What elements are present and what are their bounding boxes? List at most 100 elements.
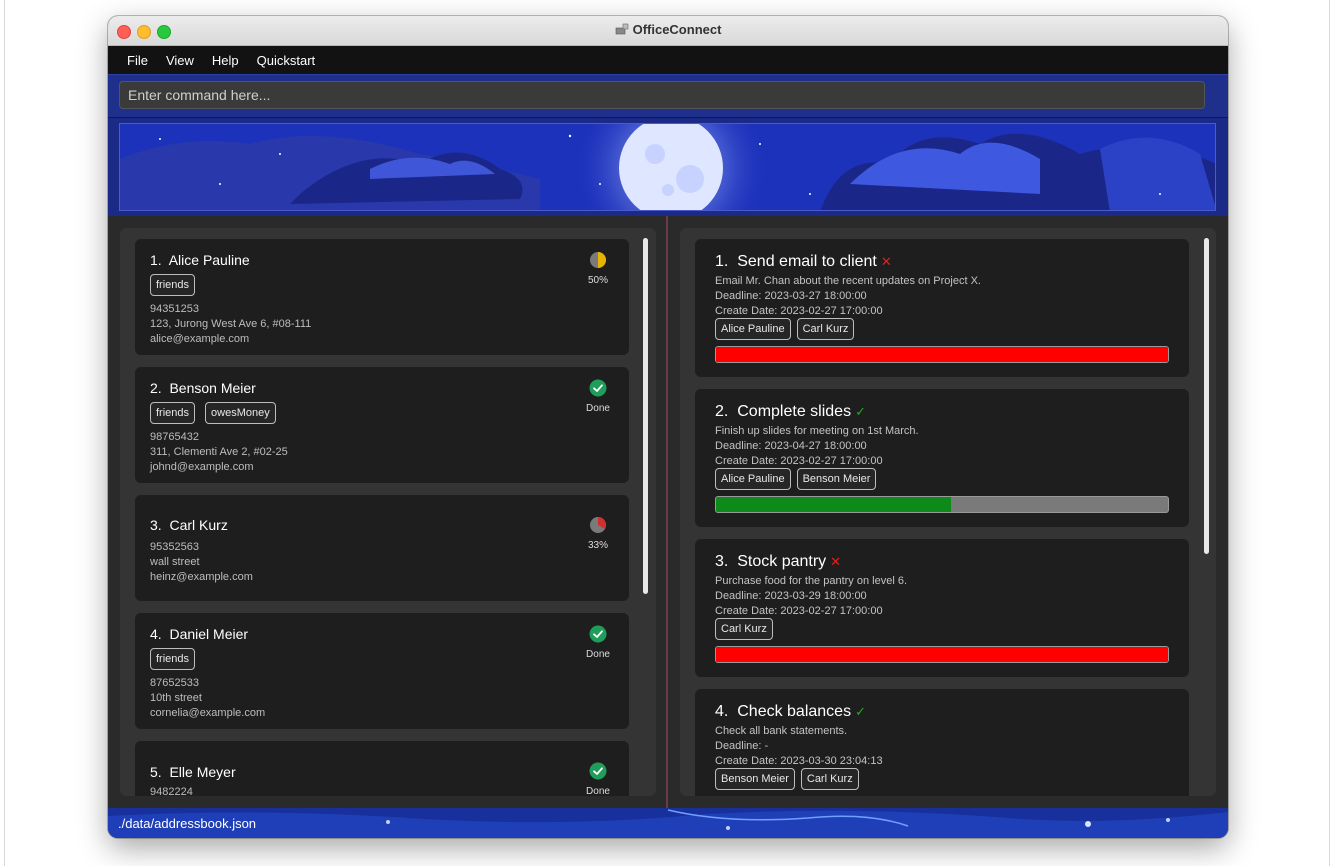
person-progress-label: 33% bbox=[587, 540, 608, 551]
person-name: 5. Elle Meyer bbox=[150, 764, 236, 780]
person-tags: friends bbox=[150, 274, 196, 296]
person-progress-label: Done bbox=[586, 786, 610, 796]
person-phone: 9482224 bbox=[150, 786, 193, 796]
pie-progress-icon bbox=[590, 252, 606, 268]
menu-help[interactable]: Help bbox=[203, 53, 248, 68]
task-list-scrollbar[interactable] bbox=[1204, 238, 1209, 554]
task-details: Finish up slides for meeting on 1st Marc… bbox=[715, 424, 919, 469]
done-check-icon: ✓ bbox=[855, 404, 866, 419]
task-progress-fill bbox=[716, 497, 952, 512]
person-details: 98765432 311, Clementi Ave 2, #02-25 joh… bbox=[150, 430, 288, 475]
assignee-tag: Alice Pauline bbox=[715, 468, 791, 490]
app-window: OfficeConnect File View Help Quickstart bbox=[108, 16, 1228, 838]
waves-decoration bbox=[108, 808, 1228, 838]
task-details: Purchase food for the pantry on level 6.… bbox=[715, 574, 907, 619]
task-create-date: Create Date: 2023-02-27 17:00:00 bbox=[715, 305, 883, 317]
task-card[interactable]: 2. Complete slides ✓ Finish up slides for… bbox=[695, 389, 1189, 527]
done-check-icon bbox=[589, 625, 607, 643]
person-details: 94351253 123, Jurong West Ave 6, #08-111… bbox=[150, 302, 311, 347]
person-name: 4. Daniel Meier bbox=[150, 626, 249, 642]
person-progress: Done bbox=[583, 625, 613, 660]
person-progress: Done bbox=[583, 762, 613, 796]
split-pane-divider[interactable] bbox=[666, 216, 668, 808]
assignee-tag: Benson Meier bbox=[796, 468, 877, 490]
menu-bar: File View Help Quickstart bbox=[108, 46, 1228, 74]
person-card[interactable]: 3. Carl Kurz 95352563 wall street heinz@… bbox=[135, 495, 629, 601]
window-title: OfficeConnect bbox=[632, 22, 722, 37]
task-deadline: Deadline: - bbox=[715, 740, 769, 752]
menu-view[interactable]: View bbox=[157, 53, 203, 68]
task-progress-bar bbox=[715, 646, 1169, 663]
person-phone: 87652533 bbox=[150, 677, 199, 689]
assignee-tag: Benson Meier bbox=[715, 768, 795, 790]
person-progress: 50% bbox=[583, 251, 613, 286]
task-assignees: Carl Kurz bbox=[715, 618, 773, 640]
person-details: 95352563 wall street heinz@example.com bbox=[150, 540, 253, 585]
person-email: cornelia@example.com bbox=[150, 707, 266, 719]
task-deadline: Deadline: 2023-03-29 18:00:00 bbox=[715, 590, 867, 602]
person-card[interactable]: 2. Benson Meier friends owesMoney 987654… bbox=[135, 367, 629, 483]
person-tag: friends bbox=[150, 402, 196, 424]
person-address: 10th street bbox=[150, 692, 202, 704]
person-card[interactable]: 1. Alice Pauline friends 94351253 123, J… bbox=[135, 239, 629, 355]
task-description: Finish up slides for meeting on 1st Marc… bbox=[715, 425, 919, 437]
assignee-tag: Alice Pauline bbox=[715, 318, 791, 340]
person-card[interactable]: 5. Elle Meyer 9482224 Done bbox=[135, 741, 629, 796]
task-create-date: Create Date: 2023-02-27 17:00:00 bbox=[715, 455, 883, 467]
person-name: 3. Carl Kurz bbox=[150, 517, 228, 533]
person-progress-label: 50% bbox=[587, 275, 608, 286]
task-card[interactable]: 3. Stock pantry ✕ Purchase food for the p… bbox=[695, 539, 1189, 677]
task-description: Check all bank statements. bbox=[715, 725, 848, 737]
menu-quickstart[interactable]: Quickstart bbox=[248, 53, 325, 68]
task-create-date: Create Date: 2023-02-27 17:00:00 bbox=[715, 605, 883, 617]
task-deadline: Deadline: 2023-03-27 18:00:00 bbox=[715, 290, 867, 302]
task-deadline: Deadline: 2023-04-27 18:00:00 bbox=[715, 440, 867, 452]
person-address: 311, Clementi Ave 2, #02-25 bbox=[150, 446, 288, 458]
person-progress: 33% bbox=[583, 516, 613, 551]
task-title: 1. Send email to client ✕ bbox=[715, 253, 892, 270]
task-progress-bar bbox=[715, 346, 1169, 363]
person-tag: friends bbox=[150, 274, 196, 296]
task-details: Email Mr. Chan about the recent updates … bbox=[715, 274, 981, 319]
person-phone: 95352563 bbox=[150, 541, 199, 553]
person-phone: 98765432 bbox=[150, 431, 199, 443]
person-details: 9482224 bbox=[150, 785, 193, 796]
person-tags: friends bbox=[150, 648, 196, 670]
task-title: 4. Check balances ✓ bbox=[715, 703, 866, 720]
person-address: wall street bbox=[150, 556, 200, 568]
pie-progress-icon bbox=[590, 516, 607, 533]
person-phone: 94351253 bbox=[150, 303, 199, 315]
done-check-icon bbox=[589, 762, 607, 780]
person-email: heinz@example.com bbox=[150, 571, 253, 583]
assignee-tag: Carl Kurz bbox=[800, 768, 859, 790]
done-check-icon bbox=[589, 379, 607, 397]
task-list-panel[interactable]: 1. Send email to client ✕ Email Mr. Chan … bbox=[680, 228, 1216, 796]
task-assignees: Alice Pauline Benson Meier bbox=[715, 468, 877, 490]
command-input[interactable] bbox=[119, 81, 1205, 109]
menu-file[interactable]: File bbox=[118, 53, 157, 68]
night-sky-banner bbox=[119, 123, 1216, 211]
title-bar: OfficeConnect bbox=[108, 16, 1228, 46]
task-assignees: Alice Pauline Carl Kurz bbox=[715, 318, 855, 340]
task-card[interactable]: 4. Check balances ✓ Check all bank statem… bbox=[695, 689, 1189, 796]
person-email: johnd@example.com bbox=[150, 461, 254, 473]
person-progress: Done bbox=[583, 379, 613, 414]
done-check-icon: ✓ bbox=[855, 704, 866, 719]
person-email: alice@example.com bbox=[150, 333, 250, 345]
data-file-path: ./data/addressbook.json bbox=[118, 816, 257, 831]
task-title: 2. Complete slides ✓ bbox=[715, 403, 866, 420]
task-progress-fill bbox=[716, 647, 1168, 662]
task-description: Purchase food for the pantry on level 6. bbox=[715, 575, 908, 587]
task-card[interactable]: 1. Send email to client ✕ Email Mr. Chan … bbox=[695, 239, 1189, 377]
person-list-panel[interactable]: 1. Alice Pauline friends 94351253 123, J… bbox=[120, 228, 656, 796]
person-list-scrollbar[interactable] bbox=[643, 238, 648, 594]
moon-illustration bbox=[120, 124, 1215, 210]
person-address: 123, Jurong West Ave 6, #08-111 bbox=[150, 318, 312, 330]
person-tags: friends owesMoney bbox=[150, 402, 276, 424]
task-details: Check all bank statements. Deadline: - C… bbox=[715, 724, 883, 769]
app-icon bbox=[615, 23, 628, 35]
person-card[interactable]: 4. Daniel Meier friends 87652533 10th st… bbox=[135, 613, 629, 729]
person-progress-label: Done bbox=[586, 649, 610, 660]
banner-area bbox=[108, 117, 1228, 219]
person-name: 2. Benson Meier bbox=[150, 380, 256, 396]
